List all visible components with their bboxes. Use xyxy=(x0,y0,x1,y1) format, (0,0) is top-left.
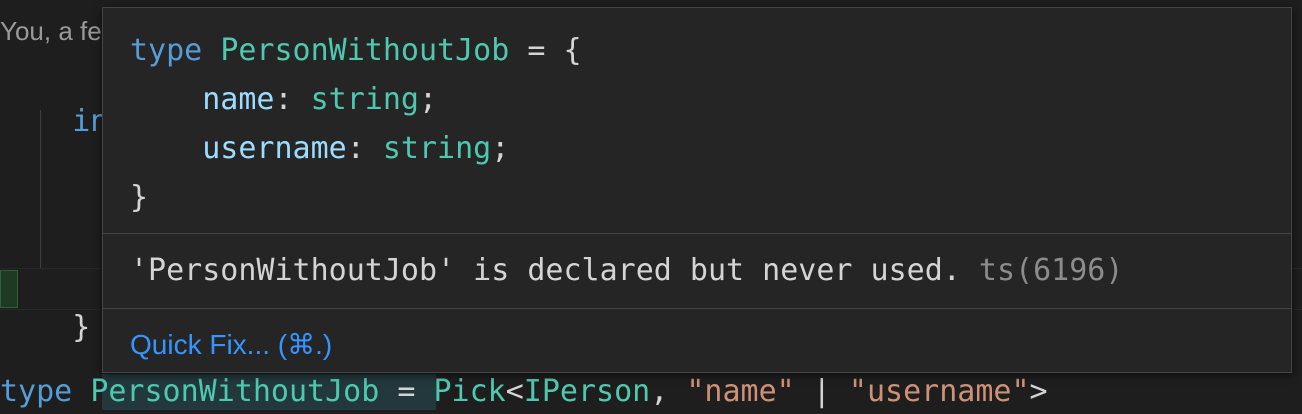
hover-divider xyxy=(103,308,1291,309)
hover-semicolon: ; xyxy=(491,131,510,166)
equals-sign: = xyxy=(379,374,434,409)
hover-prop-type: string xyxy=(310,82,419,117)
hover-colon: : xyxy=(274,82,311,117)
diagnostic-code: ts(6196) xyxy=(978,253,1124,288)
git-blame-codelens[interactable]: You, a fe xyxy=(0,16,102,47)
code-editor[interactable]: You, a fe inter n u j } type PersonWitho… xyxy=(0,0,1302,414)
angle-open: < xyxy=(505,374,524,409)
quick-fix-link[interactable]: Quick Fix... (⌘.) xyxy=(130,328,332,361)
hover-prop-type: string xyxy=(382,131,492,166)
hover-prop-username: username xyxy=(202,131,347,166)
hover-semicolon: ; xyxy=(419,82,438,117)
union-operator: | xyxy=(794,374,849,409)
comma: , xyxy=(650,374,687,409)
code-line-type-declaration[interactable]: type PersonWithoutJob = Pick<IPerson, "n… xyxy=(0,372,1048,412)
type-keyword: type xyxy=(0,374,73,409)
hover-equals-open: = { xyxy=(509,33,582,68)
hover-prop-name: name xyxy=(202,82,275,117)
hover-type-name: PersonWithoutJob xyxy=(220,33,510,68)
hover-type-keyword: type xyxy=(130,33,203,68)
hover-colon: : xyxy=(346,131,383,166)
angle-close: > xyxy=(1029,374,1048,409)
code-line-close-brace[interactable]: } xyxy=(0,268,90,345)
diagnostic-message: 'PersonWithoutJob' is declared but never… xyxy=(130,253,1123,288)
iperson-type: IPerson xyxy=(523,374,651,409)
hover-divider xyxy=(103,233,1291,234)
type-name[interactable]: PersonWithoutJob xyxy=(90,374,379,409)
pick-type: Pick xyxy=(433,374,506,409)
hover-tooltip: type PersonWithoutJob = { name: string; … xyxy=(102,7,1292,373)
hover-type-definition: type PersonWithoutJob = { name: string; … xyxy=(130,26,582,222)
string-literal-username: "username" xyxy=(848,374,1030,409)
closing-brace: } xyxy=(72,310,91,345)
string-literal-name: "name" xyxy=(686,374,795,409)
diagnostic-text: 'PersonWithoutJob' is declared but never… xyxy=(130,253,961,288)
hover-close-brace: } xyxy=(130,180,149,215)
